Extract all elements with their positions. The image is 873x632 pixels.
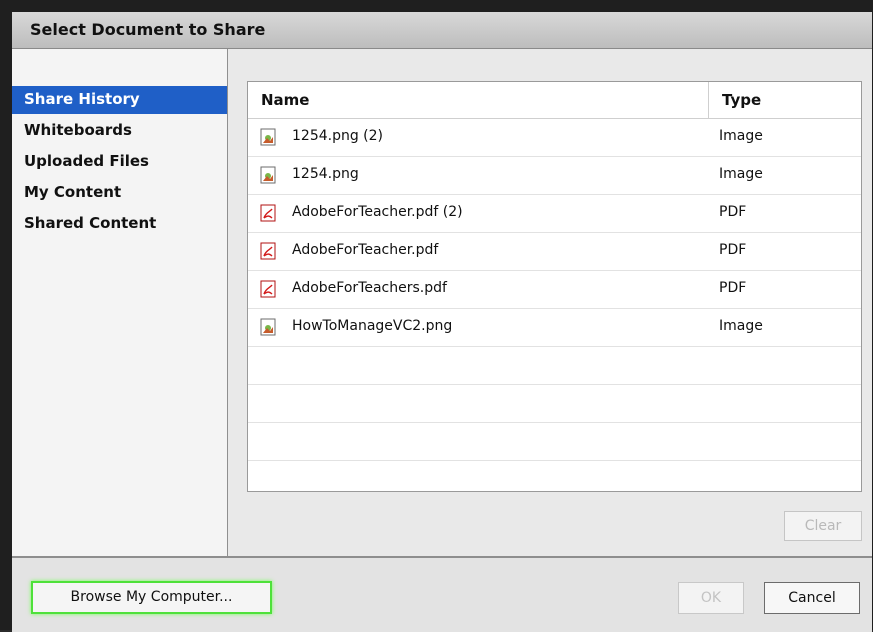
sidebar-item-label: Whiteboards [24,121,132,139]
clear-button[interactable]: Clear [784,511,862,541]
file-type: Image [719,166,763,182]
empty-row [248,461,861,498]
sidebar-item-whiteboards[interactable]: Whiteboards [12,117,227,145]
image-file-icon [260,318,276,336]
column-header-type[interactable]: Type [709,82,861,119]
empty-row [248,423,861,461]
table-row[interactable]: AdobeForTeacher.pdf PDF [248,233,861,271]
file-name: AdobeForTeacher.pdf [292,242,439,258]
column-header-name[interactable]: Name [248,82,709,119]
select-document-dialog: Select Document to Share Share History W… [0,0,873,632]
cancel-button[interactable]: Cancel [764,582,860,614]
file-name: HowToManageVC2.png [292,318,453,334]
image-file-icon [260,166,276,184]
column-header-type-label: Type [722,91,762,109]
file-type: PDF [719,280,747,296]
empty-row [248,385,861,423]
table-row[interactable]: 1254.png Image [248,157,861,195]
pdf-file-icon [260,204,276,222]
sidebar-item-label: Shared Content [24,214,157,232]
pdf-file-icon [260,242,276,260]
sidebar-item-share-history[interactable]: Share History [12,86,227,114]
file-name: 1254.png [292,166,359,182]
table-row[interactable]: HowToManageVC2.png Image [248,309,861,347]
image-file-icon [260,128,276,146]
dialog-title: Select Document to Share [30,20,266,39]
ok-button[interactable]: OK [678,582,744,614]
file-name: 1254.png (2) [292,128,384,144]
table-row[interactable]: 1254.png (2) Image [248,119,861,157]
sidebar-item-my-content[interactable]: My Content [12,179,227,207]
sidebar: Share History Whiteboards Uploaded Files… [12,49,228,556]
browse-my-computer-button[interactable]: Browse My Computer... [31,581,272,614]
file-name: AdobeForTeacher.pdf (2) [292,204,463,220]
table-row[interactable]: AdobeForTeacher.pdf (2) PDF [248,195,861,233]
column-header-name-label: Name [261,91,310,109]
sidebar-item-shared-content[interactable]: Shared Content [12,210,227,238]
dialog-content: Share History Whiteboards Uploaded Files… [12,49,872,556]
file-type: PDF [719,204,747,220]
file-type: Image [719,318,763,334]
sidebar-item-label: Share History [24,90,140,108]
sidebar-item-uploaded-files[interactable]: Uploaded Files [12,148,227,176]
file-name: AdobeForTeachers.pdf [292,280,447,296]
dialog-title-bar: Select Document to Share [12,12,872,49]
file-type: PDF [719,242,747,258]
empty-row [248,347,861,385]
dialog-footer: Browse My Computer... OK Cancel [12,556,872,632]
sidebar-item-label: My Content [24,183,122,201]
file-table: Name Type 1254.png (2) Image 1254.png Im… [247,81,862,492]
file-type: Image [719,128,763,144]
table-row[interactable]: AdobeForTeachers.pdf PDF [248,271,861,309]
pdf-file-icon [260,280,276,298]
sidebar-item-label: Uploaded Files [24,152,149,170]
